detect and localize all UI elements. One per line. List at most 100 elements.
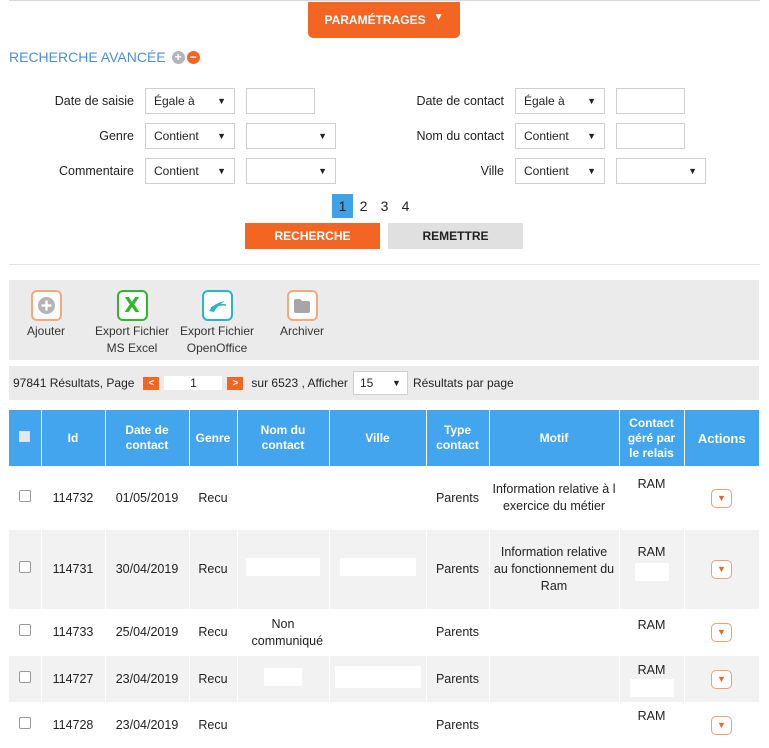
chevron-down-icon: ▼ [318,131,327,141]
reset-button[interactable]: REMETTRE [388,223,523,249]
genre-value-select[interactable]: ▼ [246,123,336,149]
nom-contact-operator-select[interactable]: Contient ▼ [515,123,605,149]
cell-gere: RAM [619,656,685,702]
commentaire-value-select[interactable]: ▼ [246,158,336,184]
cell-id: 114731 [41,530,106,609]
col-id[interactable]: Id [41,410,106,466]
commentaire-operator-select[interactable]: Contient ▼ [145,158,235,184]
col-nom[interactable]: Nom du contact [237,410,330,466]
cell-type: Parents [426,702,490,748]
genre-operator-select[interactable]: Contient ▼ [145,123,235,149]
redacted-name [264,667,302,686]
folder-icon [286,290,318,321]
col-motif[interactable]: Motif [489,410,620,466]
row-checkbox[interactable] [18,716,31,729]
ville-operator-select[interactable]: Contient ▼ [515,158,605,184]
row-checkbox[interactable] [18,670,31,683]
chevron-down-icon: ▼ [392,378,401,388]
export-excel-button[interactable]: X Export Fichier MS Excel [95,290,169,357]
row-checkbox[interactable] [18,561,31,573]
archive-label: Archiver [280,324,325,338]
next-page-button[interactable]: > [227,376,244,390]
chevron-down-icon: ▼ [217,131,226,141]
search-pager: 1 2 3 4 [332,194,416,218]
nom-contact-input[interactable] [616,123,685,149]
cell-id: 114733 [41,609,106,656]
row-actions-dropdown-icon[interactable]: ▼ [711,669,732,689]
cell-date: 01/05/2019 [105,466,190,530]
cell-genre: Recu [189,702,238,748]
gere-value: RAM [637,545,666,559]
prev-page-button[interactable]: < [143,376,160,390]
date-saisie-operator-select[interactable]: Égale à ▼ [145,88,235,114]
row-checkbox[interactable] [18,489,31,502]
cell-motif: Information relative à l exercice du mét… [489,466,620,530]
redacted-name [246,558,320,576]
page-link-1[interactable]: 1 [332,194,353,218]
col-ville[interactable]: Ville [329,410,427,466]
cell-ville [329,466,427,530]
parametrages-label: PARAMÉTRAGES [324,13,426,27]
col-genre[interactable]: Genre [189,410,238,466]
chevron-down-icon: ▼ [587,131,596,141]
archive-button[interactable]: Archiver [280,290,324,340]
page-link-4[interactable]: 4 [395,194,416,218]
row-actions-dropdown-icon[interactable]: ▼ [711,560,732,579]
redacted-city [339,558,416,576]
row-actions-dropdown-icon[interactable]: ▼ [711,715,732,735]
redacted-field [629,679,674,697]
advanced-search-title[interactable]: RECHERCHE AVANCÉE + − [9,49,200,65]
gere-value: RAM [637,663,666,677]
date-contact-operator-select[interactable]: Égale à ▼ [515,88,605,114]
date-contact-label: Date de contact [416,94,504,108]
add-button[interactable]: Ajouter [27,290,65,340]
results-count: 97841 Résultats, Page [13,376,135,390]
search-button[interactable]: RECHERCHE [245,223,380,249]
col-type[interactable]: Type contact [426,410,490,466]
redacted-city [334,665,421,688]
cell-actions: ▼ [684,530,760,609]
select-all-cell [9,410,42,466]
table-row[interactable]: 114727 23/04/2019 Recu Parents RAM ▼ [9,656,760,702]
select-all-checkbox[interactable] [19,430,31,442]
expand-icon[interactable]: + [171,50,185,64]
redacted-field [634,563,669,581]
collapse-icon[interactable]: − [186,50,200,64]
page-number-input[interactable]: 1 [164,376,223,390]
cell-motif [489,702,620,748]
row-checkbox[interactable] [18,624,31,636]
cell-nom [237,702,330,748]
table-row[interactable]: 114733 25/04/2019 Recu Non communiqué Pa… [9,609,760,656]
per-page-select[interactable]: 15 ▼ [352,371,408,395]
commentaire-operator-value: Contient [154,164,199,178]
add-icon [30,290,62,321]
openoffice-icon [201,290,233,321]
col-date[interactable]: Date de contact [105,410,190,466]
cell-type: Parents [426,609,490,656]
col-gere[interactable]: Contact géré par le relais [619,410,685,466]
row-actions-dropdown-icon[interactable]: ▼ [711,623,732,642]
page-link-2[interactable]: 2 [353,194,374,218]
ville-value-select[interactable]: ▼ [616,158,706,184]
date-saisie-input[interactable] [246,88,315,114]
row-actions-dropdown-icon[interactable]: ▼ [711,488,732,508]
date-contact-input[interactable] [616,88,685,114]
row-select-cell [9,656,42,702]
table-row[interactable]: 114728 23/04/2019 Recu Parents RAM ▼ [9,702,760,748]
cell-type: Parents [426,466,490,530]
row-select-cell [9,466,42,530]
genre-label: Genre [99,129,134,143]
advanced-search-label: RECHERCHE AVANCÉE [9,49,166,65]
export-openoffice-button[interactable]: Export Fichier OpenOffice [180,290,254,357]
table-row[interactable]: 114732 01/05/2019 Recu Parents Informati… [9,466,760,530]
page-link-3[interactable]: 3 [374,194,395,218]
cell-gere: RAM [619,702,685,748]
export-openoffice-label-2: OpenOffice [186,341,248,355]
cell-actions: ▼ [684,466,760,530]
excel-icon: X [116,290,148,321]
date-saisie-operator-value: Égale à [154,94,195,108]
add-label: Ajouter [27,324,66,338]
table-row[interactable]: 114731 30/04/2019 Recu Parents Informati… [9,530,760,609]
parametrages-button[interactable]: PARAMÉTRAGES ▼ [308,2,460,38]
cell-genre: Recu [189,609,238,656]
